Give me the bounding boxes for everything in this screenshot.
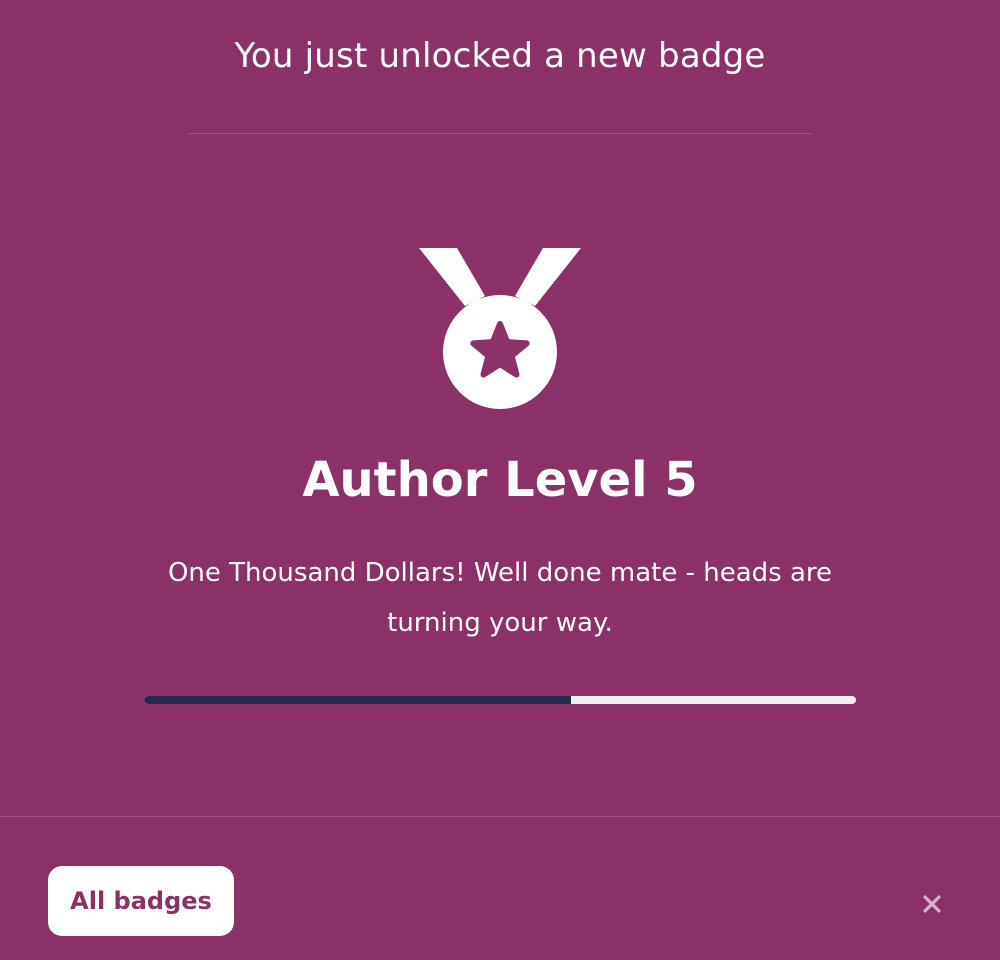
modal-heading: You just unlocked a new badge [234,36,766,76]
badge-progress-bar [144,696,856,704]
badge-title: Author Level 5 [302,452,698,508]
footer-divider [0,816,1000,817]
badge-progress-fill [144,696,572,704]
all-badges-button[interactable]: All badges [48,866,234,936]
close-icon [923,895,941,913]
header-divider [188,133,812,134]
badge-unlocked-modal: You just unlocked a new badge Author Lev… [0,0,1000,960]
medal-star-icon [419,246,581,410]
badge-description: One Thousand Dollars! Well done mate - h… [167,558,833,638]
close-button[interactable] [912,884,952,924]
